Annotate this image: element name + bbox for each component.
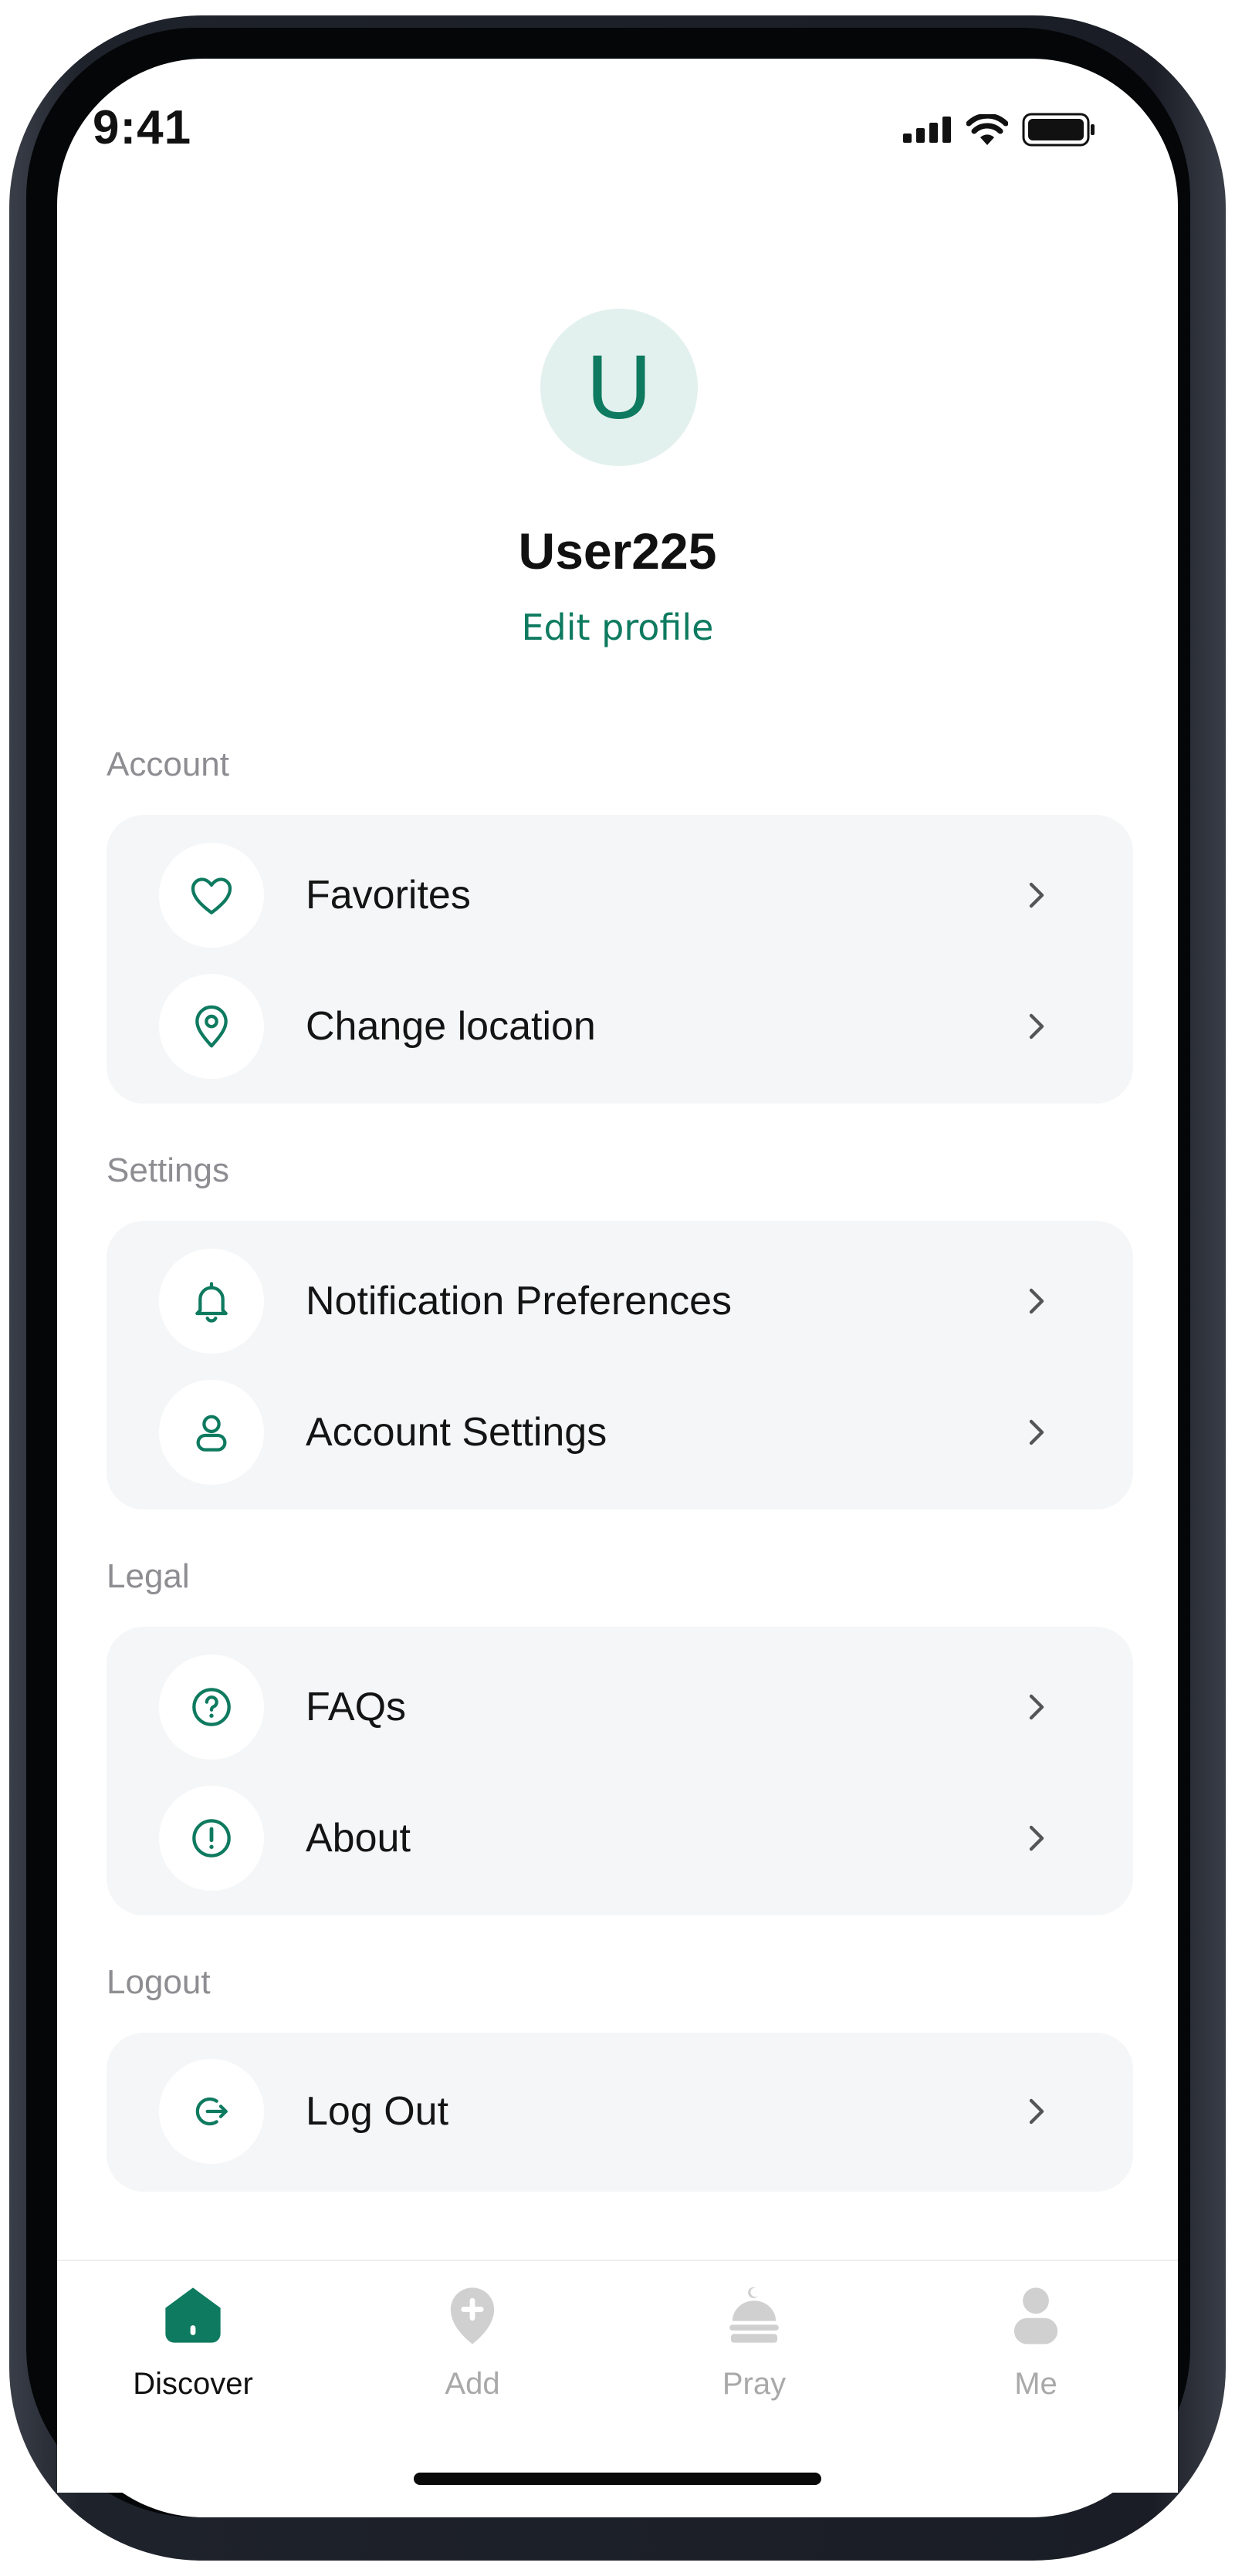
logout-card: Log Out [107,2033,1133,2192]
battery-icon [1022,113,1095,147]
home-icon [165,2287,221,2343]
chevron-right-icon [1029,882,1044,908]
account-card: Favorites Change location [107,815,1133,1104]
tab-add[interactable]: Add [380,2280,565,2402]
section-label-logout: Logout [107,1963,211,2001]
tab-pray[interactable]: Pray [661,2280,847,2402]
chevron-right-icon [1029,1419,1044,1445]
section-label-settings: Settings [107,1151,229,1189]
mosque-icon [729,2287,779,2343]
chevron-right-icon [1029,2098,1044,2125]
chevron-right-icon [1029,1288,1044,1314]
status-time: 9:41 [93,101,192,154]
status-icons [903,113,1096,147]
section-label-legal: Legal [107,1557,190,1595]
heart-icon [159,843,264,948]
wifi-icon [966,114,1008,145]
tab-label: Discover [133,2367,253,2401]
menu-item-change-location[interactable]: Change location [107,969,1133,1085]
menu-item-label: Log Out [306,2089,449,2134]
home-indicator[interactable] [414,2473,821,2485]
location-pin-icon [159,974,264,1079]
question-icon [159,1655,264,1760]
menu-item-label: FAQs [306,1685,407,1729]
add-icon [450,2287,495,2344]
tab-label: Pray [722,2367,787,2401]
signal-icon [903,117,951,143]
menu-item-label: Change location [306,1004,596,1049]
tab-label: Me [1014,2367,1057,2401]
menu-item-favorites[interactable]: Favorites [107,838,1133,954]
menu-item-label: Favorites [306,873,471,918]
menu-item-label: About [306,1816,411,1861]
menu-item-faqs[interactable]: FAQs [107,1650,1133,1766]
avatar[interactable]: U [540,309,698,466]
person-icon [1013,2287,1058,2344]
legal-card: FAQs About [107,1627,1133,1915]
username: User225 [518,522,717,580]
info-icon [159,1786,264,1891]
menu-item-notification-preferences[interactable]: Notification Preferences [107,1244,1133,1360]
menu-item-account-settings[interactable]: Account Settings [107,1375,1133,1491]
chevron-right-icon [1029,1013,1044,1040]
tab-me[interactable]: Me [943,2280,1128,2402]
menu-item-label: Notification Preferences [306,1279,733,1323]
bell-icon [159,1249,264,1354]
menu-item-label: Account Settings [306,1410,607,1455]
tab-label: Add [445,2367,500,2401]
tab-discover[interactable]: Discover [100,2280,286,2402]
section-label-account: Account [107,745,229,783]
logout-icon [159,2059,264,2164]
chevron-right-icon [1029,1825,1044,1851]
menu-item-about[interactable]: About [107,1781,1133,1897]
chevron-right-icon [1029,1694,1044,1720]
user-icon [159,1380,264,1485]
settings-card: Notification Preferences Account Setting… [107,1221,1133,1509]
menu-item-log-out[interactable]: Log Out [107,2054,1133,2170]
edit-profile-link[interactable]: Edit profile [0,607,1235,648]
